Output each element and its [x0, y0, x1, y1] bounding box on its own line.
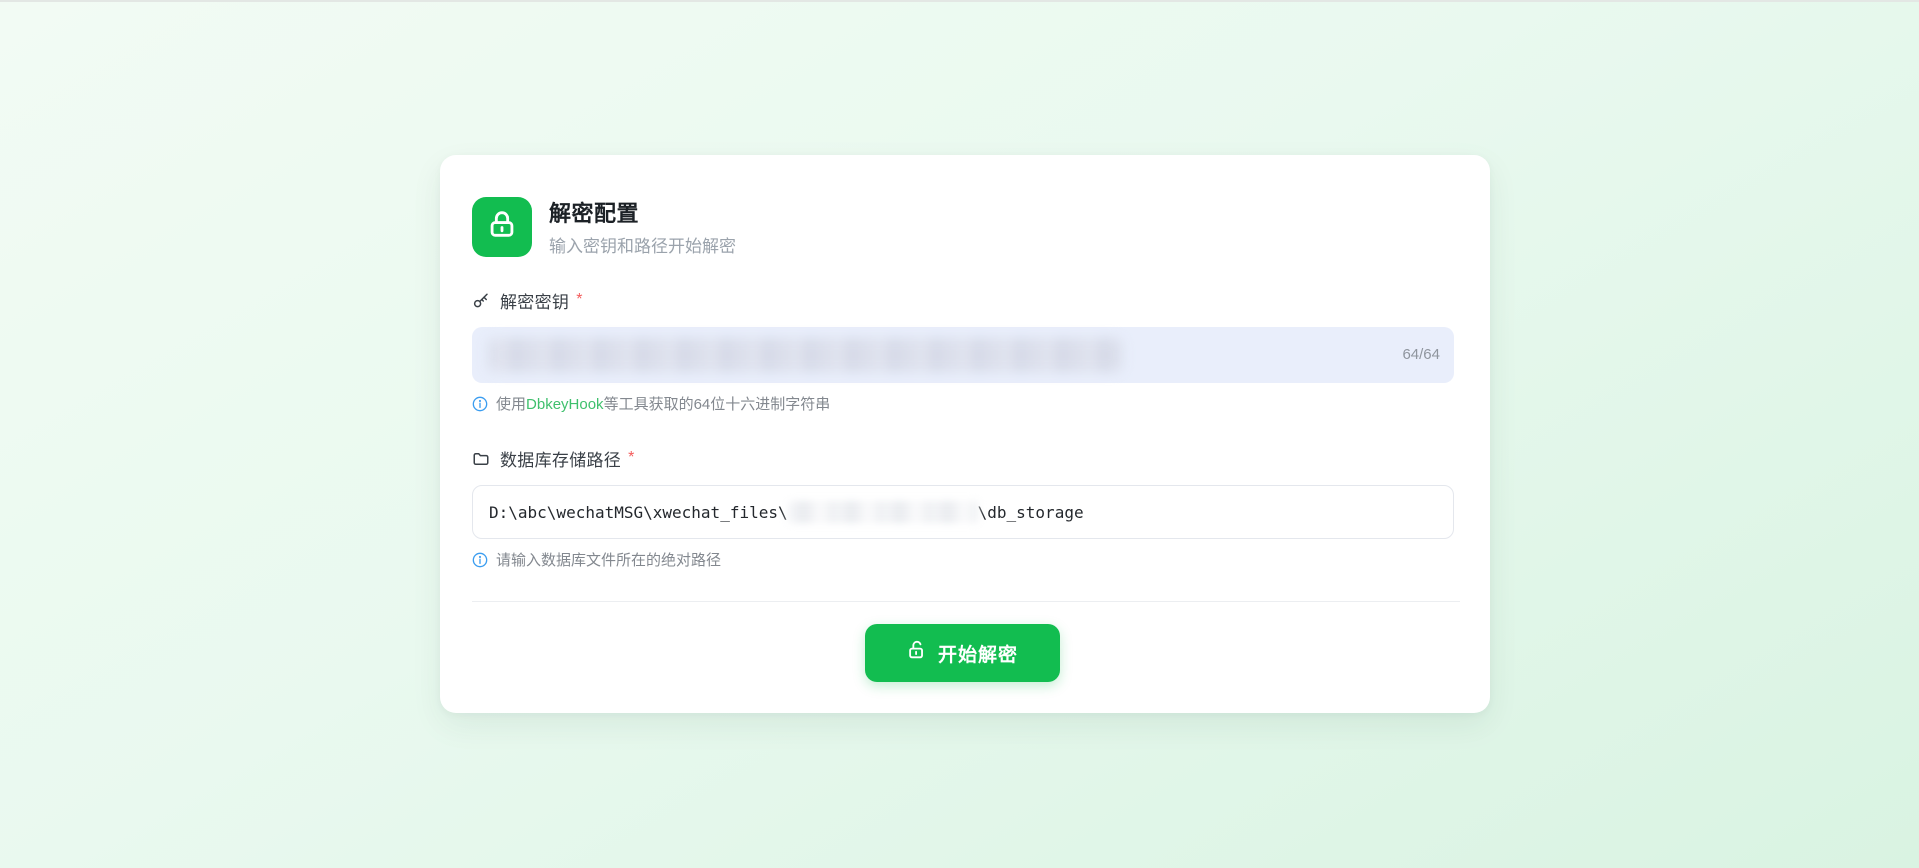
key-icon	[472, 292, 490, 310]
header-texts: 解密配置 输入密钥和路径开始解密	[549, 196, 736, 257]
divider	[472, 601, 1460, 602]
info-icon	[472, 396, 488, 412]
decrypt-config-card: 解密配置 输入密钥和路径开始解密 解密密钥 * 64/64 使用D	[440, 155, 1490, 713]
page-subtitle: 输入密钥和路径开始解密	[549, 232, 736, 257]
dbkeyhook-link[interactable]: DbkeyHook	[526, 396, 604, 413]
lock-icon	[485, 207, 519, 246]
key-field-label-row: 解密密钥 *	[472, 288, 1452, 313]
brand-tile	[472, 197, 532, 257]
path-field-label-row: 数据库存储路径 *	[472, 446, 1452, 471]
redacted-path-segment	[788, 501, 978, 523]
redacted-key-value	[488, 338, 1122, 372]
key-hint-text: 使用DbkeyHook等工具获取的64位十六进制字符串	[496, 393, 830, 414]
key-char-counter: 64/64	[1402, 346, 1440, 363]
decrypt-key-input[interactable]: 64/64	[472, 327, 1454, 383]
key-hint-row: 使用DbkeyHook等工具获取的64位十六进制字符串	[472, 393, 1452, 414]
path-hint-row: 请输入数据库文件所在的绝对路径	[472, 549, 1452, 570]
folder-icon	[472, 450, 490, 468]
key-required-mark: *	[576, 291, 582, 309]
start-decrypt-button[interactable]: 开始解密	[865, 624, 1060, 682]
start-decrypt-label: 开始解密	[938, 640, 1018, 667]
card-header: 解密配置 输入密钥和路径开始解密	[472, 196, 1452, 257]
unlock-icon	[906, 639, 928, 667]
page-title: 解密配置	[549, 196, 736, 228]
info-icon	[472, 552, 488, 568]
path-field-label: 数据库存储路径	[500, 446, 621, 471]
path-value-prefix: D:\abc\wechatMSG\xwechat_files\	[489, 503, 788, 522]
path-hint-text: 请输入数据库文件所在的绝对路径	[496, 549, 721, 570]
key-field-label: 解密密钥	[500, 288, 569, 313]
path-value-suffix: \db_storage	[978, 503, 1084, 522]
path-required-mark: *	[628, 449, 634, 467]
submit-wrap: 开始解密	[472, 624, 1452, 682]
db-storage-path-input[interactable]: D:\abc\wechatMSG\xwechat_files\ \db_stora…	[472, 485, 1454, 539]
